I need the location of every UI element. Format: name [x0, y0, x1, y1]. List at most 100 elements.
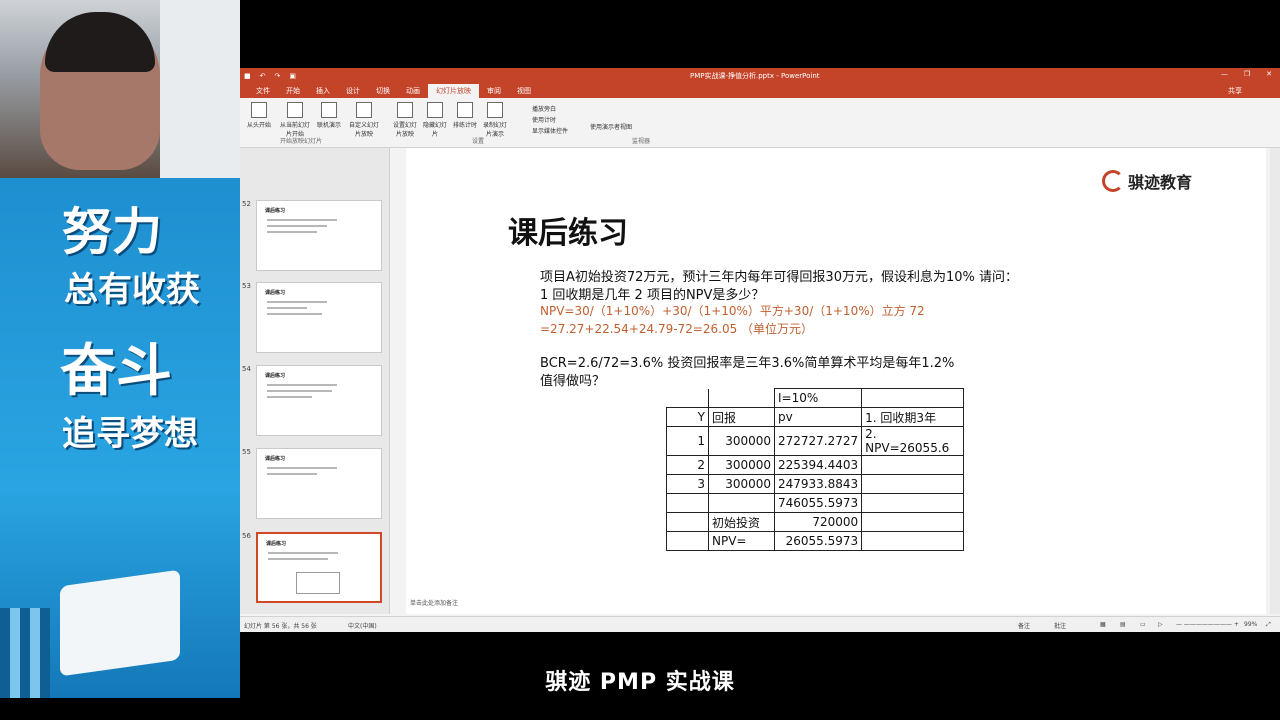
share-button[interactable]: 共享 [1220, 84, 1250, 98]
title-bar: ■ ↶ ↷ ▣ PMP实战课-挣值分析.pptx - PowerPoint — … [240, 68, 1280, 84]
note-cell[interactable] [861, 474, 965, 494]
return-cell[interactable]: 300000 [708, 455, 775, 475]
record-button[interactable]: 录制幻灯片演示 [482, 102, 508, 138]
slideshow-view-icon[interactable]: ▷ [1158, 621, 1163, 628]
npv-formula-line-1: NPV=30/（1+10%）+30/（1+10%）平方+30/（1+10%）立方… [540, 304, 925, 318]
thumb-number: 52 [242, 200, 251, 208]
header-cell[interactable]: Y [666, 407, 709, 427]
thumb-table [296, 572, 340, 594]
ribbon-panel: 从头开始 从当前幻灯片开始 联机演示 自定义幻灯片放映 设置幻灯片放映 隐藏幻灯… [240, 98, 1280, 148]
online-present-button[interactable]: 联机演示 [316, 102, 342, 129]
banner-line-1: 努力 [62, 203, 162, 261]
total-pv-cell[interactable]: 746055.5973 [773, 493, 863, 513]
table-row: 3 300000 247933.8843 [666, 474, 965, 494]
presenter-view-check[interactable]: 使用演示者视图 [590, 122, 632, 131]
initial-label-cell[interactable]: 初始投资 [708, 512, 775, 532]
header-cell[interactable]: 回报 [708, 407, 775, 427]
npv-table[interactable]: I=10% Y 回报 pv 1. 回收期3年 1 300000 272727.2… [666, 388, 965, 551]
reading-view-icon[interactable]: ▭ [1140, 621, 1146, 628]
slideshow-current-icon [287, 102, 303, 118]
setup-icon [397, 102, 413, 118]
quick-access-toolbar: ■ ↶ ↷ ▣ [244, 72, 296, 80]
tab-insert[interactable]: 插入 [308, 84, 338, 98]
slide-thumbnail[interactable]: 课后练习 [256, 282, 382, 353]
initial-value-cell[interactable]: 720000 [773, 512, 863, 532]
window-title: PMP实战课-挣值分析.pptx - PowerPoint [690, 72, 820, 80]
status-bar: 幻灯片 第 56 张，共 56 张 中文(中国) 备注 批注 ▦ ▤ ▭ ▷ —… [240, 616, 1280, 632]
custom-show-button[interactable]: 自定义幻灯片放映 [348, 102, 380, 138]
tab-slideshow[interactable]: 幻灯片放映 [428, 84, 479, 98]
check-timings[interactable]: 使用计时 [532, 115, 556, 124]
check-media-controls[interactable]: 显示媒体控件 [532, 126, 568, 135]
note-cell[interactable]: 2. NPV=26055.6 [861, 426, 965, 456]
rehearse-button[interactable]: 排练计时 [452, 102, 478, 129]
slide-thumbnail[interactable]: 课后练习 [256, 200, 382, 271]
restore-icon[interactable]: ❐ [1244, 70, 1250, 78]
npv-label-cell[interactable]: NPV= [708, 531, 775, 551]
setup-show-button[interactable]: 设置幻灯片放映 [392, 102, 418, 138]
npv-value-cell[interactable]: 26055.5973 [773, 531, 863, 551]
sorter-view-icon[interactable]: ▤ [1120, 621, 1126, 628]
table-row: 746055.5973 [666, 493, 965, 513]
fit-slide-icon[interactable]: ⤢ [1266, 621, 1271, 629]
header-cell[interactable]: pv [773, 407, 863, 427]
tab-transitions[interactable]: 切换 [368, 84, 398, 98]
motivational-banner: 努力 总有收获 奋斗 追寻梦想 [0, 178, 240, 698]
book-icon [60, 569, 180, 677]
pv-cell[interactable]: 247933.8843 [773, 474, 863, 494]
language[interactable]: 中文(中国) [348, 621, 377, 630]
close-icon[interactable]: ✕ [1266, 70, 1272, 78]
year-cell[interactable]: 3 [666, 474, 709, 494]
webcam-background [160, 0, 240, 178]
zoom-slider[interactable]: — ———————— + [1176, 621, 1239, 628]
tab-design[interactable]: 设计 [338, 84, 368, 98]
undo-icon[interactable]: ↶ [260, 72, 266, 80]
tab-home[interactable]: 开始 [278, 84, 308, 98]
vertical-scrollbar[interactable] [1270, 148, 1280, 614]
note-cell[interactable] [861, 455, 965, 475]
tab-view[interactable]: 视图 [509, 84, 539, 98]
return-cell[interactable]: 300000 [708, 474, 775, 494]
from-beginning-button[interactable]: 从头开始 [246, 102, 272, 129]
tab-animations[interactable]: 动画 [398, 84, 428, 98]
year-cell[interactable]: 1 [666, 426, 709, 456]
hide-slide-button[interactable]: 隐藏幻灯片 [422, 102, 448, 138]
year-cell[interactable]: 2 [666, 455, 709, 475]
from-current-button[interactable]: 从当前幻灯片开始 [278, 102, 312, 138]
webcam-feed [0, 0, 240, 178]
logo-icon [1102, 170, 1124, 192]
tab-file[interactable]: 文件 [248, 84, 278, 98]
pv-cell[interactable]: 225394.4403 [773, 455, 863, 475]
slide-thumbnail[interactable]: 课后练习 [256, 448, 382, 519]
header-cell[interactable]: 1. 回收期3年 [861, 407, 965, 427]
brand-logo: 骐迹教育 [1102, 169, 1192, 193]
thumb-number: 54 [242, 365, 251, 373]
slide-info: 幻灯片 第 56 张，共 56 张 [244, 623, 317, 630]
normal-view-icon[interactable]: ▦ [1100, 621, 1106, 628]
redo-icon[interactable]: ↷ [275, 72, 281, 80]
notes-placeholder[interactable]: 单击此处添加备注 [410, 598, 458, 607]
tab-review[interactable]: 审阅 [479, 84, 509, 98]
banner-line-3: 奋斗 [60, 339, 172, 404]
comments-button[interactable]: 批注 [1054, 621, 1066, 630]
rate-cell[interactable]: I=10% [773, 388, 863, 408]
bcr-line: BCR=2.6/72=3.6% 投资回报率是三年3.6%简单算术平均是每年1.2… [540, 356, 955, 371]
present-icon[interactable]: ▣ [289, 72, 296, 80]
pv-cell[interactable]: 272727.2727 [773, 426, 863, 456]
thumb-number: 55 [242, 448, 251, 456]
minimize-icon[interactable]: — [1221, 70, 1228, 78]
table-row: NPV= 26055.5973 [666, 531, 965, 551]
thumbnail-pane[interactable]: 52 课后练习 53 课后练习 54 课后练习 55 课后练习 56 课后练习 [240, 148, 390, 614]
group-setup: 设置 [472, 138, 485, 145]
slideshow-icon [251, 102, 267, 118]
zoom-level[interactable]: 99% [1244, 621, 1257, 628]
check-narration[interactable]: 播放旁白 [532, 104, 556, 113]
save-icon[interactable]: ■ [244, 72, 251, 80]
return-cell[interactable]: 300000 [708, 426, 775, 456]
group-monitors: 监视器 [632, 138, 651, 145]
slide-thumbnail[interactable]: 课后练习 [256, 365, 382, 436]
notes-button[interactable]: 备注 [1018, 621, 1030, 630]
banner-line-4: 追寻梦想 [62, 414, 198, 454]
slide-thumbnail-selected[interactable]: 课后练习 [256, 532, 382, 603]
custom-show-icon [356, 102, 372, 118]
